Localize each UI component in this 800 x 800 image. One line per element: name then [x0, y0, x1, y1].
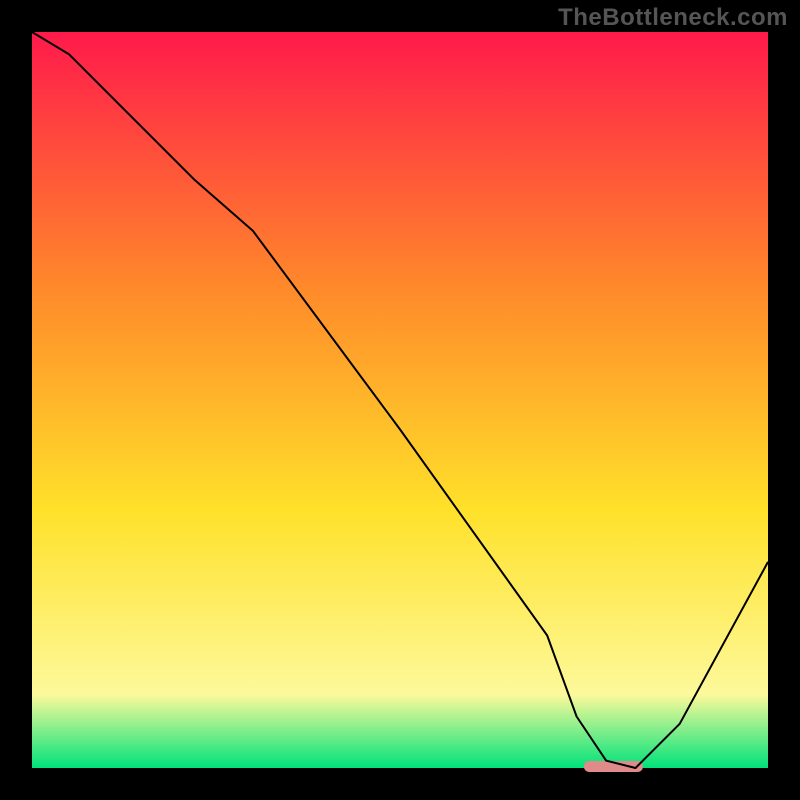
- chart-container: TheBottleneck.com: [0, 0, 800, 800]
- bottleneck-chart: [0, 0, 800, 800]
- plot-background: [32, 32, 768, 768]
- watermark-text: TheBottleneck.com: [558, 4, 788, 32]
